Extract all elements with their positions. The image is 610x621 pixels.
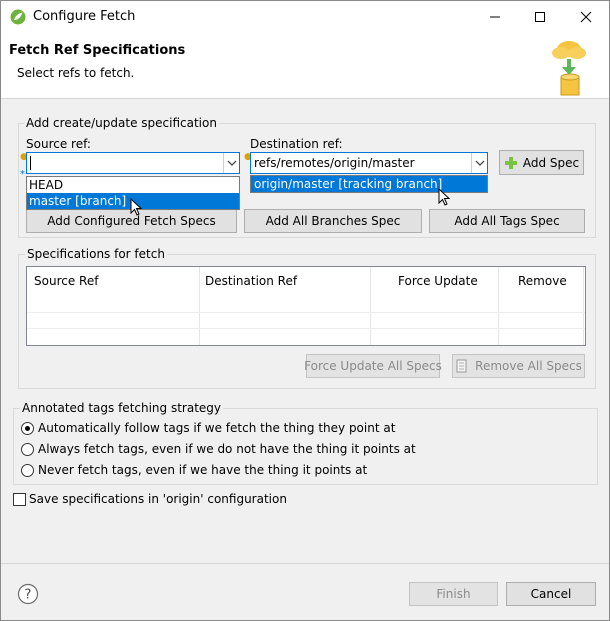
radio-button[interactable] xyxy=(21,463,34,477)
close-icon xyxy=(580,11,592,23)
maximize-button[interactable] xyxy=(517,1,563,33)
required-marker-icon: * xyxy=(20,169,25,180)
add-spec-label: Add Spec xyxy=(522,155,580,170)
text-cursor xyxy=(30,156,31,170)
source-ref-label: Source ref: xyxy=(26,137,91,151)
finish-button[interactable]: Finish xyxy=(409,582,498,606)
title-bar: Configure Fetch xyxy=(1,1,609,33)
add-all-tags-spec-label: Add All Tags Spec xyxy=(454,214,560,228)
force-update-all-specs-label: Force Update All Specs xyxy=(304,359,442,373)
configure-fetch-dialog: Configure Fetch Fetch Ref Specifications… xyxy=(0,0,610,621)
destination-ref-label: Destination ref: xyxy=(250,137,343,151)
footer-separator xyxy=(1,563,609,564)
destination-ref-dropdown-button[interactable] xyxy=(471,153,487,173)
dropdown-item-origin-master[interactable]: origin/master [tracking branch] xyxy=(251,176,487,192)
radio-always-fetch-tags-label: Always fetch tags, even if we do not hav… xyxy=(38,442,416,456)
mouse-pointer-icon xyxy=(130,198,142,216)
destination-ref-value: refs/remotes/origin/master xyxy=(254,156,415,170)
help-icon: ? xyxy=(17,583,39,605)
radio-button-checked[interactable] xyxy=(21,421,34,435)
radio-always-fetch-tags[interactable]: Always fetch tags, even if we do not hav… xyxy=(21,440,416,458)
save-specifications-label: Save specifications in 'origin' configur… xyxy=(29,492,287,506)
cancel-button[interactable]: Cancel xyxy=(506,582,596,606)
row-divider xyxy=(27,312,585,313)
source-ref-dropdown-button[interactable] xyxy=(223,153,239,173)
save-specifications-checkbox[interactable] xyxy=(13,493,26,506)
add-spec-button[interactable]: Add Spec xyxy=(499,150,584,175)
tags-strategy-group-label: Annotated tags fetching strategy xyxy=(20,401,224,415)
finish-label: Finish xyxy=(436,587,471,601)
radio-auto-follow-tags-label: Automatically follow tags if we fetch th… xyxy=(38,421,396,435)
radio-never-fetch-tags[interactable]: Never fetch tags, even if we have the th… xyxy=(21,461,367,479)
add-all-tags-spec-button[interactable]: Add All Tags Spec xyxy=(429,209,585,233)
window-title: Configure Fetch xyxy=(33,9,136,24)
column-header-destination-ref[interactable]: Destination Ref xyxy=(205,267,297,295)
force-update-all-specs-button[interactable]: Force Update All Specs xyxy=(304,354,442,378)
eclipse-leaf-icon xyxy=(10,9,26,25)
cloud-download-database-icon xyxy=(552,41,586,96)
destination-ref-combo[interactable]: refs/remotes/origin/master xyxy=(250,152,488,174)
close-button[interactable] xyxy=(563,1,609,33)
destination-ref-dropdown-list: origin/master [tracking branch] xyxy=(250,175,488,193)
add-all-branches-spec-button[interactable]: Add All Branches Spec xyxy=(244,209,422,233)
page-title: Fetch Ref Specifications xyxy=(9,43,186,58)
chevron-down-icon xyxy=(227,160,236,166)
page-description: Select refs to fetch. xyxy=(17,66,135,80)
radio-auto-follow-tags[interactable]: Automatically follow tags if we fetch th… xyxy=(21,419,395,437)
cancel-label: Cancel xyxy=(530,587,572,601)
dropdown-item-head[interactable]: HEAD xyxy=(27,177,239,193)
column-header-source-ref[interactable]: Source Ref xyxy=(34,267,98,295)
column-divider xyxy=(498,267,499,345)
minimize-button[interactable] xyxy=(472,1,518,33)
row-divider xyxy=(27,328,585,329)
add-all-branches-spec-label: Add All Branches Spec xyxy=(265,214,401,228)
remove-document-icon xyxy=(456,359,467,373)
remove-all-specs-label: Remove All Specs xyxy=(475,359,582,373)
column-divider xyxy=(583,267,584,345)
radio-button[interactable] xyxy=(21,442,34,456)
remove-all-specs-button[interactable]: Remove All Specs xyxy=(452,354,585,378)
specifications-group-label: Specifications for fetch xyxy=(25,247,167,261)
wizard-header: Fetch Ref Specifications Select refs to … xyxy=(1,33,609,99)
add-plus-icon xyxy=(504,156,517,169)
mouse-pointer-icon xyxy=(438,188,450,206)
column-divider xyxy=(199,267,200,345)
minimize-icon xyxy=(490,16,500,18)
add-configured-fetch-specs-label: Add Configured Fetch Specs xyxy=(47,214,216,228)
create-update-group-label: Add create/update specification xyxy=(24,116,219,130)
svg-text:?: ? xyxy=(25,588,32,603)
column-header-remove[interactable]: Remove xyxy=(518,267,567,295)
help-button[interactable]: ? xyxy=(17,583,39,605)
source-ref-combo[interactable] xyxy=(26,152,240,174)
specifications-table[interactable]: Source Ref Destination Ref Force Update … xyxy=(26,266,586,346)
column-divider xyxy=(370,267,371,345)
radio-never-fetch-tags-label: Never fetch tags, even if we have the th… xyxy=(38,463,368,477)
column-header-force-update[interactable]: Force Update xyxy=(398,267,478,295)
chevron-down-icon xyxy=(475,160,484,166)
maximize-icon xyxy=(535,12,545,22)
